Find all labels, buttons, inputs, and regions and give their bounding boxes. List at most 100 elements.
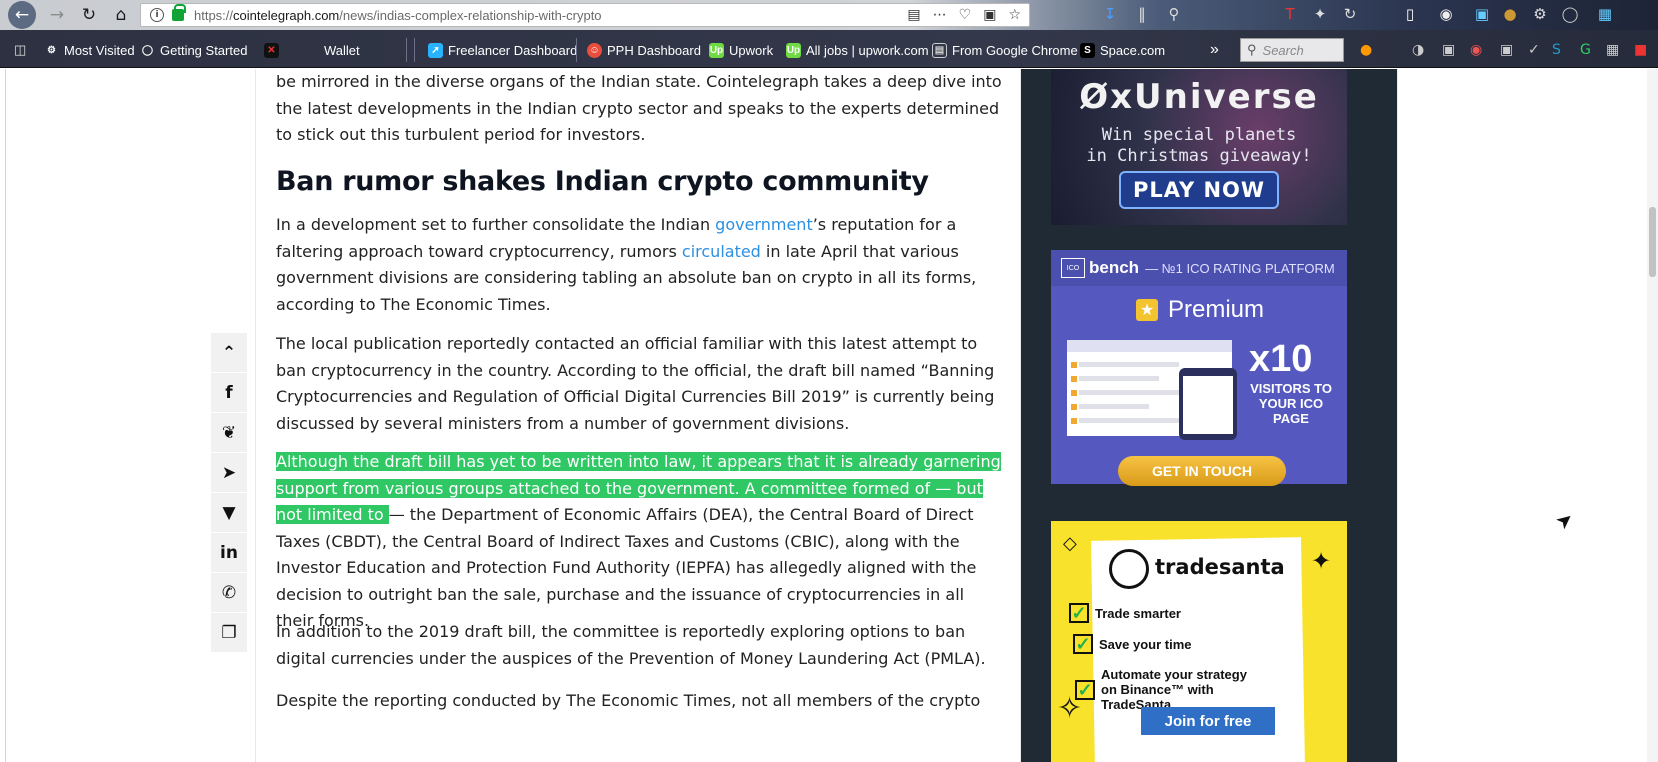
search-input[interactable]: ⚲ Search — [1240, 38, 1344, 62]
play-now-button[interactable]: PLAY NOW — [1119, 171, 1279, 209]
upwork-icon: Up — [709, 42, 724, 58]
sidebar-toggle-icon[interactable]: ◫ — [14, 41, 26, 59]
paragraph-3: Although the draft bill has yet to be wr… — [276, 452, 1001, 630]
space-icon: S — [1080, 42, 1095, 58]
grammarly-icon[interactable]: G — [1580, 42, 1591, 58]
skype-icon[interactable]: S — [1552, 42, 1561, 58]
facebook-icon[interactable]: f — [211, 373, 247, 413]
save-icon[interactable]: ▣ — [1472, 5, 1492, 25]
icobench-ad[interactable]: ICO bench — №1 ICO RATING PLATFORM ★ Prem… — [1051, 250, 1347, 486]
icobench-logo: ICO — [1061, 258, 1085, 278]
checkbox-icon: ✓ — [1073, 634, 1093, 654]
paragraph-2: The local publication reportedly contact… — [276, 334, 995, 433]
reload-icon[interactable]: ↻ — [76, 2, 102, 28]
bookmark-freelancer-dashboard[interactable]: ➚ Freelancer Dashboard — [428, 41, 577, 59]
camera-icon[interactable]: ▣ — [1500, 42, 1513, 58]
copy-icon[interactable]: ❐ — [211, 613, 247, 653]
back-arrow-icon[interactable]: ← — [8, 1, 36, 29]
extension-t-icon[interactable]: T — [1280, 5, 1300, 25]
ad-visitors-text: VISITORS TO YOUR ICO PAGE — [1250, 381, 1332, 426]
column-divider — [255, 69, 256, 762]
forward-arrow-icon[interactable]: → — [44, 2, 70, 28]
more-actions-icon[interactable]: ⋯ — [933, 7, 947, 23]
download-icon[interactable]: ↧ — [1100, 5, 1120, 25]
get-in-touch-button[interactable]: GET IN TOUCH — [1118, 456, 1286, 486]
extension-icon[interactable]: ◉ — [1436, 5, 1456, 25]
oxuniverse-ad[interactable]: ØxUniverse Win special planets in Christm… — [1051, 69, 1347, 225]
library-icon[interactable]: ‖ — [1132, 5, 1152, 25]
image-icon[interactable]: ▣ — [1442, 42, 1455, 58]
screenshot-icon[interactable]: ▣ — [983, 7, 996, 23]
bookmark-space-com[interactable]: S Space.com — [1080, 41, 1165, 59]
government-link[interactable]: government — [715, 215, 813, 234]
bookmark-star-icon[interactable]: ☆ — [1008, 7, 1021, 23]
translate-icon[interactable]: ▦ — [1595, 5, 1615, 25]
gear-icon: ⚙ — [47, 44, 56, 56]
mask-icon[interactable]: ◑ — [1412, 42, 1424, 58]
bookmarks-overflow-icon[interactable]: » — [1210, 41, 1219, 59]
column-divider — [1397, 69, 1398, 762]
url-text[interactable]: https://cointelegraph.com/news/indias-co… — [194, 8, 602, 23]
search-icon[interactable]: ⚲ — [1164, 5, 1184, 25]
page-content: be mirrored in the diverse organs of the… — [0, 69, 1658, 762]
twitter-icon[interactable]: ❦ — [211, 413, 247, 453]
bookmark-getting-started[interactable]: ◯ Getting Started — [140, 41, 248, 59]
ad-big-number: x10 — [1249, 338, 1313, 380]
pdf-icon[interactable]: ■ — [1634, 42, 1647, 58]
telegram-icon[interactable]: ➤ — [211, 453, 247, 493]
bookmark-wallet[interactable]: Wallet — [324, 41, 360, 59]
ad-item: ✓ Automate your strategy on Binance™ with… — [1075, 667, 1255, 712]
star-icon: ★ — [1136, 299, 1158, 321]
pph-icon: ☺ — [587, 42, 602, 58]
ad-item: ✓ Save your time — [1073, 634, 1192, 654]
pocket-icon[interactable]: ▼ — [211, 493, 247, 533]
pocket-icon[interactable]: ♡ — [959, 7, 972, 23]
bookmark-x[interactable]: ✕ — [264, 41, 279, 59]
record-icon[interactable]: ◉ — [1470, 42, 1482, 58]
whatsapp-icon[interactable]: ✆ — [211, 573, 247, 613]
bookmark-separator — [414, 38, 415, 62]
home-icon[interactable]: ⌂ — [108, 2, 134, 28]
phone-illustration — [1179, 368, 1237, 440]
ad-header: ICO bench — №1 ICO RATING PLATFORM — [1051, 250, 1347, 286]
ad-title: ØxUniverse — [1079, 77, 1319, 117]
linkedin-icon[interactable]: in — [211, 533, 247, 573]
freelancer-icon: ➚ — [428, 42, 443, 58]
upwork-icon: Up — [786, 42, 801, 58]
share-bar: ⌃ f ❦ ➤ ▼ in ✆ ❐ — [211, 333, 247, 653]
info-icon[interactable]: i — [150, 8, 164, 22]
diamond-icon: ◇ — [1063, 533, 1077, 554]
section-heading: Ban rumor shakes Indian crypto community — [276, 166, 929, 197]
bookmark-pph-dashboard[interactable]: ☺ PPH Dashboard — [587, 41, 701, 59]
bookmark-upwork[interactable]: Up Upwork — [709, 41, 773, 59]
paragraph-5: Despite the reporting conducted by The E… — [276, 691, 981, 710]
scrollbar-thumb[interactable] — [1649, 207, 1656, 277]
chevron-up-icon[interactable]: ⌃ — [211, 333, 247, 373]
settings-icon[interactable]: ⚙ — [1530, 5, 1550, 25]
reader-view-icon[interactable]: ▤ — [907, 7, 920, 23]
bookmark-from-google-chrome[interactable]: ▤ From Google Chrome — [932, 41, 1078, 59]
join-for-free-button[interactable]: Join for free — [1141, 707, 1275, 735]
circulated-link[interactable]: circulated — [682, 242, 761, 261]
paragraph-4: In addition to the 2019 draft bill, the … — [276, 622, 986, 668]
cookie-icon[interactable]: ● — [1500, 5, 1520, 25]
phone-icon[interactable]: ▯ — [1400, 5, 1420, 25]
page-scrollbar[interactable] — [1647, 69, 1658, 762]
bookmark-most-visited[interactable]: ⚙ Most Visited — [44, 41, 135, 59]
ad-tagline: — №1 ICO RATING PLATFORM — [1145, 260, 1335, 276]
globe-icon: ◯ — [141, 44, 154, 56]
search-placeholder: Search — [1262, 42, 1304, 58]
grid-icon[interactable]: ▦ — [1606, 42, 1619, 58]
sparkle-icon: ✦ — [1311, 547, 1332, 575]
check-circle-icon[interactable]: ✓ — [1528, 42, 1540, 58]
lock-icon — [172, 4, 186, 21]
url-bar[interactable]: i https://cointelegraph.com/news/indias-… — [140, 3, 1030, 27]
fox-extension-icon[interactable]: ● — [1360, 42, 1372, 58]
globe-icon[interactable]: ◯ — [1560, 5, 1580, 25]
sync-icon[interactable]: ↻ — [1340, 5, 1360, 25]
tradesanta-ad[interactable]: ◇ ✦ ✧ tradesanta ✓ Trade smarter ✓ Save yo… — [1051, 521, 1347, 762]
premium-label: ★ Premium — [1136, 296, 1264, 324]
puzzle-icon[interactable]: ✦ — [1310, 5, 1330, 25]
ad-brand: tradesanta — [1155, 555, 1285, 579]
bookmark-all-jobs-upwork[interactable]: Up All jobs | upwork.com — [786, 41, 929, 59]
